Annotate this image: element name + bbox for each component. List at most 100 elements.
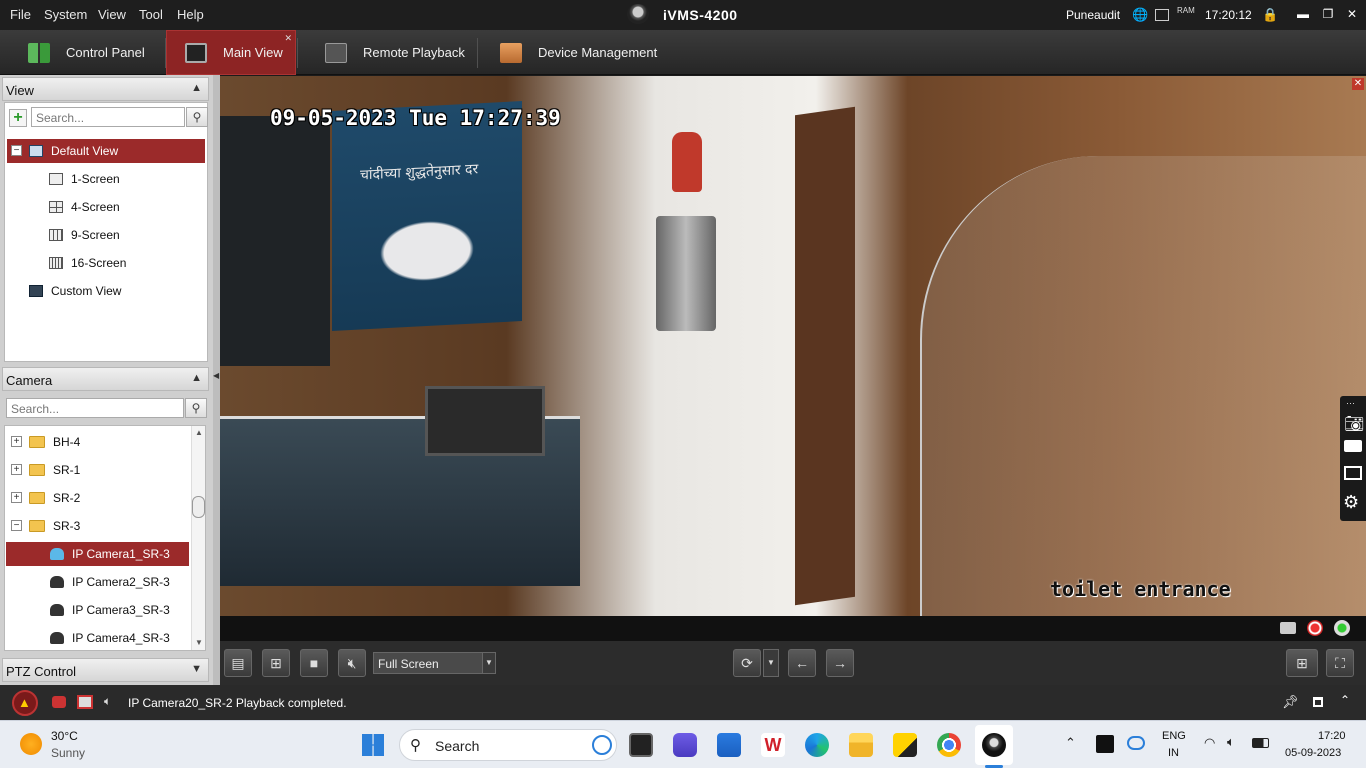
view-search-icon[interactable]: ⚲ xyxy=(186,107,208,127)
tree-item-default-view[interactable]: − Default View xyxy=(7,139,205,163)
restore-button[interactable]: ❐ xyxy=(1317,5,1339,23)
weather-desc[interactable]: Sunny xyxy=(51,746,85,760)
fullscreen-icon[interactable]: ⛶ xyxy=(1326,649,1354,677)
collapse-node-icon[interactable]: − xyxy=(11,145,22,156)
window-icon[interactable] xyxy=(1344,466,1362,480)
pin-icon[interactable]: 📌︎ xyxy=(1282,694,1299,710)
mute-icon[interactable]: 🔇︎ xyxy=(338,649,366,677)
tree-group-bh-4[interactable]: + BH-4 xyxy=(11,430,80,454)
scroll-up-icon[interactable]: ▲ xyxy=(195,428,203,437)
close-tab-icon[interactable]: ✕ xyxy=(284,33,292,44)
ram-icon[interactable]: RAM xyxy=(1177,6,1195,22)
window-division-icon[interactable]: ⊞ xyxy=(1286,649,1318,677)
tree-camera-4-sr-3[interactable]: IP Camera4_SR-3 xyxy=(50,626,170,650)
tree-item-9-screen[interactable]: 9-Screen xyxy=(49,223,120,247)
taskbar-date[interactable]: 05-09-2023 xyxy=(1285,747,1341,759)
tab-control-panel[interactable]: Control Panel xyxy=(28,30,163,75)
tab-main-view[interactable]: Main View ✕ xyxy=(166,30,296,75)
menu-tool[interactable]: Tool xyxy=(139,7,163,22)
view-panel-header[interactable]: View ▲ xyxy=(2,77,209,101)
previous-page-icon[interactable]: ← xyxy=(788,649,816,677)
camera-search-input[interactable]: Search... xyxy=(6,398,184,418)
layout-icon[interactable]: ⊞ xyxy=(262,649,290,677)
task-view-icon[interactable] xyxy=(629,733,653,757)
taskbar-search-box[interactable]: ⚲ Search xyxy=(399,729,617,761)
record-video-icon[interactable] xyxy=(1344,440,1362,452)
volume-icon[interactable]: 🔈︎ xyxy=(1227,734,1235,750)
stop-all-icon[interactable]: ■ xyxy=(300,649,328,677)
instant-playback-icon[interactable] xyxy=(1334,620,1350,636)
auto-switch-icon[interactable]: ⟳ xyxy=(733,649,761,677)
snapshot-icon[interactable]: 📷︎ xyxy=(1344,414,1364,434)
add-view-icon[interactable]: + xyxy=(9,109,27,127)
audio-off-icon[interactable]: 🔈︎ xyxy=(104,694,111,709)
lock-icon[interactable]: 🔒 xyxy=(1262,7,1278,23)
taskbar-time[interactable]: 17:20 xyxy=(1318,730,1346,742)
display-mode-select[interactable]: Full Screen xyxy=(373,652,495,674)
save-view-icon[interactable]: ▤ xyxy=(224,649,252,677)
menu-help[interactable]: Help xyxy=(177,7,204,22)
record-icon[interactable] xyxy=(1307,620,1323,636)
windows-start-icon[interactable] xyxy=(362,734,384,756)
camera-search-icon[interactable]: ⚲ xyxy=(185,398,207,418)
close-window-icon[interactable]: ✕ xyxy=(1352,78,1364,90)
file-explorer-icon[interactable] xyxy=(849,733,873,757)
more-icon[interactable]: ⋯ xyxy=(1346,398,1355,409)
sticky-notes-icon[interactable] xyxy=(893,733,917,757)
expand-node-icon[interactable]: + xyxy=(11,464,22,475)
auto-switch-dropdown-icon[interactable]: ▼ xyxy=(763,649,779,677)
tree-item-4-screen[interactable]: 4-Screen xyxy=(49,195,120,219)
cpu-icon[interactable] xyxy=(1155,9,1169,21)
wifi-icon[interactable]: ◠ xyxy=(1204,735,1215,751)
live-video-window[interactable]: चांदीच्या शुद्धतेनुसार दर 09-05-2023 Tue… xyxy=(220,76,1366,616)
tree-group-sr-1[interactable]: + SR-1 xyxy=(11,458,80,482)
tray-app-icon[interactable] xyxy=(1096,735,1114,753)
expand-node-icon[interactable]: + xyxy=(11,492,22,503)
teams-chat-icon[interactable] xyxy=(673,733,697,757)
capture-icon[interactable] xyxy=(1280,622,1296,634)
panel-splitter[interactable]: ◀ xyxy=(213,75,220,685)
expand-node-icon[interactable]: + xyxy=(11,436,22,447)
menu-system[interactable]: System xyxy=(44,7,87,22)
tab-device-management[interactable]: Device Management xyxy=(500,30,670,75)
onedrive-icon[interactable] xyxy=(1127,736,1145,750)
ivms-taskbar-icon[interactable] xyxy=(982,733,1006,757)
scroll-down-icon[interactable]: ▼ xyxy=(195,638,203,647)
exception-icon[interactable] xyxy=(77,695,93,709)
weather-temp[interactable]: 30°C xyxy=(51,729,78,743)
window-mode-icon[interactable] xyxy=(1313,697,1323,707)
menu-file[interactable]: File xyxy=(10,7,31,22)
wps-office-icon[interactable]: W xyxy=(761,733,785,757)
tree-camera-1-sr-3[interactable]: IP Camera1_SR-3 xyxy=(6,542,189,566)
tree-camera-2-sr-3[interactable]: IP Camera2_SR-3 xyxy=(50,570,170,594)
close-button[interactable]: ✕ xyxy=(1341,5,1363,23)
dropdown-chevron-icon[interactable]: ▼ xyxy=(482,652,496,674)
expand-icon[interactable]: ▼ xyxy=(191,663,202,675)
minimize-button[interactable]: ▬ xyxy=(1292,5,1314,23)
tree-group-sr-3[interactable]: − SR-3 xyxy=(11,514,80,538)
tree-group-sr-2[interactable]: + SR-2 xyxy=(11,486,80,510)
collapse-icon[interactable]: ▲ xyxy=(191,82,202,94)
language-top[interactable]: ENG xyxy=(1162,730,1186,742)
tree-item-16-screen[interactable]: 16-Screen xyxy=(49,251,126,275)
view-search-input[interactable]: Search... xyxy=(31,107,185,127)
camera-panel-header[interactable]: Camera ▲ xyxy=(2,367,209,391)
tab-remote-playback[interactable]: Remote Playback xyxy=(325,30,475,75)
camera-tree-scrollbar[interactable]: ▲ ▼ xyxy=(191,426,205,650)
expand-up-icon[interactable]: ⌃ xyxy=(1340,693,1350,707)
store-icon[interactable] xyxy=(717,733,741,757)
weather-sun-icon[interactable] xyxy=(20,733,42,755)
ptz-panel-header[interactable]: PTZ Control ▼ xyxy=(2,658,209,682)
tree-camera-3-sr-3[interactable]: IP Camera3_SR-3 xyxy=(50,598,170,622)
language-bottom[interactable]: IN xyxy=(1168,747,1179,759)
globe-icon[interactable]: 🌐 xyxy=(1132,7,1148,23)
settings-gear-icon[interactable]: ⚙ xyxy=(1343,492,1359,513)
collapse-node-icon[interactable]: − xyxy=(11,520,22,531)
collapse-panel-icon[interactable]: ◀ xyxy=(213,371,219,380)
scrollbar-thumb[interactable] xyxy=(192,496,205,518)
edge-browser-icon[interactable] xyxy=(805,733,829,757)
tree-item-1-screen[interactable]: 1-Screen xyxy=(49,167,120,191)
menu-view[interactable]: View xyxy=(98,7,126,22)
collapse-icon[interactable]: ▲ xyxy=(191,372,202,384)
next-page-icon[interactable]: → xyxy=(826,649,854,677)
